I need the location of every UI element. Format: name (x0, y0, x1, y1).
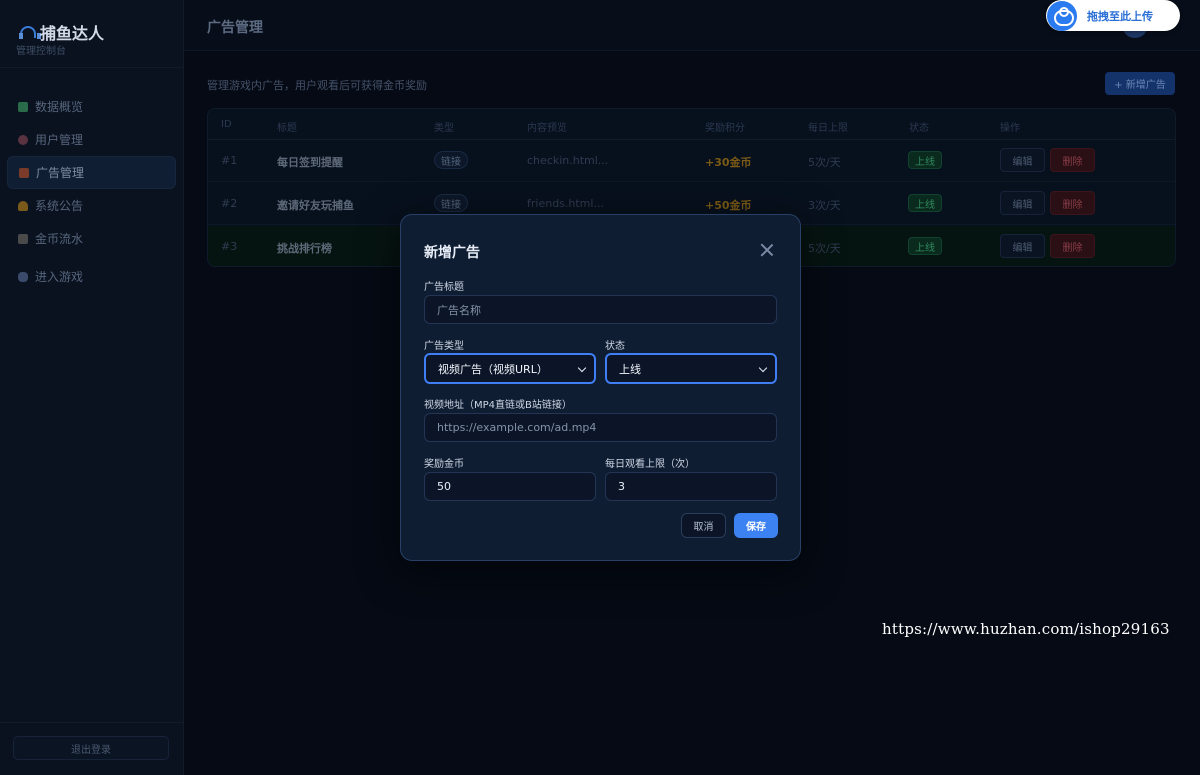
video-url-label: 视频地址（MP4直链或B站链接） (424, 400, 572, 411)
sidebar-item-announcements[interactable]: 系统公告 (7, 189, 176, 222)
column-header: ID (221, 119, 232, 130)
sidebar-item-label: 广告管理 (36, 166, 85, 180)
ad-type-label: 广告类型 (424, 341, 464, 352)
row-limit: 5次/天 (808, 242, 841, 255)
column-header: 每日上限 (808, 123, 848, 134)
table-row: #1 每日签到提醒 链接 checkin.html... +30金币 5次/天 … (208, 140, 1175, 182)
row-preview: friends.html... (527, 197, 604, 210)
megaphone-icon (19, 167, 29, 178)
delete-button[interactable]: 删除 (1050, 234, 1095, 258)
row-preview: checkin.html... (527, 154, 609, 167)
bell-icon (18, 200, 28, 211)
delete-button[interactable]: 删除 (1050, 191, 1095, 215)
column-header: 类型 (434, 123, 454, 134)
add-ad-button[interactable]: + 新增广告 (1105, 72, 1175, 95)
row-title: 邀请好友玩捕鱼 (277, 199, 354, 212)
edit-button[interactable]: 编辑 (1000, 148, 1045, 172)
ad-title-input[interactable]: 广告名称 (424, 295, 777, 324)
upload-label: 拖拽至此上传 (1087, 9, 1153, 23)
status-label: 状态 (605, 341, 625, 352)
delete-button[interactable]: 删除 (1050, 148, 1095, 172)
sidebar-item-label: 金币流水 (35, 232, 84, 246)
status-value: 上线 (619, 362, 641, 376)
headphones-icon (18, 24, 41, 40)
brand: 捕鱼达人 管理控制台 (0, 0, 183, 68)
row-limit: 5次/天 (808, 156, 841, 169)
reward-label: 奖励金币 (424, 459, 464, 470)
sidebar-item-overview[interactable]: 数据概览 (7, 90, 176, 123)
ad-type-value: 视频广告（视频URL） (438, 362, 548, 376)
sidebar-item-label: 进入游戏 (35, 270, 84, 284)
column-header: 奖励积分 (705, 123, 745, 134)
sidebar: 捕鱼达人 管理控制台 数据概览 用户管理 广告管理 系统公告 金币流水 进入游戏 (0, 0, 184, 775)
sidebar-item-label: 用户管理 (35, 133, 84, 147)
row-id: #1 (221, 154, 238, 167)
chevron-down-icon (758, 363, 768, 373)
row-reward: +30金币 (705, 156, 752, 169)
status-select[interactable]: 上线 (605, 353, 777, 384)
save-button[interactable]: 保存 (734, 513, 778, 538)
column-header: 内容预览 (527, 123, 567, 134)
sidebar-item-ads[interactable]: 广告管理 (7, 156, 176, 189)
column-header: 状态 (909, 123, 929, 134)
ad-type-select[interactable]: 视频广告（视频URL） (424, 353, 596, 384)
logout-button[interactable]: 退出登录 (13, 736, 169, 760)
row-title: 挑战排行榜 (277, 242, 332, 255)
modal-title: 新增广告 (424, 245, 480, 261)
sidebar-item-enter-game[interactable]: 进入游戏 (7, 260, 176, 293)
brand-title: 捕鱼达人 (40, 24, 105, 43)
close-icon[interactable] (760, 243, 774, 257)
daily-limit-label: 每日观看上限（次） (605, 459, 695, 470)
row-id: #3 (221, 240, 238, 253)
sidebar-item-label: 系统公告 (35, 199, 84, 213)
status-badge: 上线 (908, 237, 942, 255)
sidebar-nav: 数据概览 用户管理 广告管理 系统公告 金币流水 进入游戏 (0, 68, 183, 293)
sidebar-footer: 退出登录 (0, 722, 184, 775)
column-header: 标题 (277, 123, 297, 134)
brand-subtitle: 管理控制台 (16, 46, 66, 57)
sidebar-item-coin-ledger[interactable]: 金币流水 (7, 222, 176, 255)
row-reward: +50金币 (705, 199, 752, 212)
daily-limit-input[interactable]: 3 (605, 472, 777, 501)
cloud-upload-icon (1047, 0, 1077, 31)
cancel-button[interactable]: 取消 (681, 513, 726, 538)
sidebar-item-label: 数据概览 (35, 100, 84, 114)
sidebar-item-users[interactable]: 用户管理 (7, 123, 176, 156)
status-badge: 上线 (908, 151, 942, 169)
type-tag: 链接 (434, 194, 468, 212)
row-limit: 3次/天 (808, 199, 841, 212)
ad-title-label: 广告标题 (424, 282, 464, 293)
add-ad-modal: 新增广告 广告标题 广告名称 广告类型 视频广告（视频URL） 状态 上线 视频… (400, 214, 801, 561)
column-header: 操作 (1000, 123, 1020, 134)
ledger-icon (18, 233, 28, 244)
row-title: 每日签到提醒 (277, 156, 343, 169)
edit-button[interactable]: 编辑 (1000, 191, 1045, 215)
table-header: ID 标题 类型 内容预览 奖励积分 每日上限 状态 操作 (208, 109, 1175, 140)
watermark: https://www.huzhan.com/ishop29163 (882, 620, 1170, 638)
page-description: 管理游戏内广告，用户观看后可获得金币奖励 (207, 79, 427, 92)
video-url-input[interactable]: https://example.com/ad.mp4 (424, 413, 777, 442)
chart-icon (18, 101, 28, 112)
edit-button[interactable]: 编辑 (1000, 234, 1045, 258)
users-icon (18, 134, 28, 145)
type-tag: 链接 (434, 151, 468, 169)
chevron-down-icon (577, 363, 587, 373)
reward-input[interactable]: 50 (424, 472, 596, 501)
gamepad-icon (18, 271, 28, 282)
page-title: 广告管理 (207, 20, 263, 36)
upload-widget[interactable]: 拖拽至此上传 (1046, 0, 1180, 31)
status-badge: 上线 (908, 194, 942, 212)
row-id: #2 (221, 197, 238, 210)
